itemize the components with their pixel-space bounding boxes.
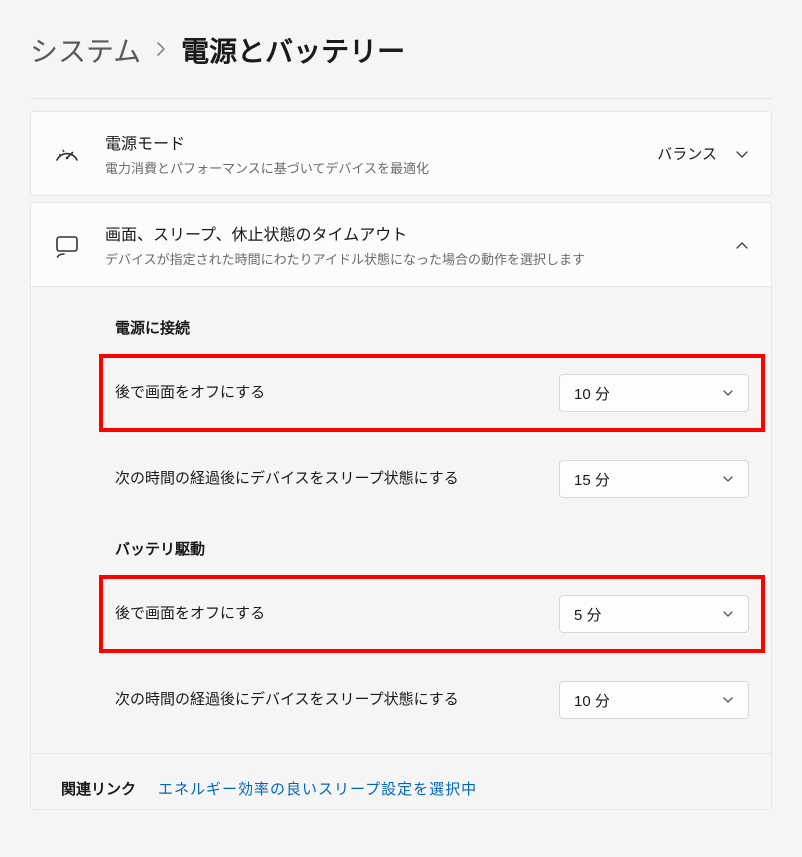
highlight-plugged-screen-off: 後で画面をオフにする 10 分 xyxy=(99,354,765,432)
timeouts-body: 電源に接続 後で画面をオフにする 10 分 次の時間の経過後にデバイスをスリープ… xyxy=(31,286,771,809)
power-mode-desc: 電力消費とパフォーマンスに基づいてデバイスを最適化 xyxy=(105,158,657,177)
chevron-down-icon xyxy=(722,473,734,485)
plugged-in-heading: 電源に接続 xyxy=(31,293,771,354)
timeouts-title: 画面、スリープ、休止状態のタイムアウト xyxy=(105,221,735,245)
timeouts-header[interactable]: 画面、スリープ、休止状態のタイムアウト デバイスが指定された時間にわたりアイドル… xyxy=(31,203,771,286)
breadcrumb-parent[interactable]: システム xyxy=(30,30,141,70)
plugged-screen-off-value: 10 分 xyxy=(574,383,610,404)
highlight-battery-screen-off: 後で画面をオフにする 5 分 xyxy=(99,575,765,653)
chevron-down-icon xyxy=(735,147,749,161)
battery-sleep-row: 次の時間の経過後にデバイスをスリープ状態にする 10 分 xyxy=(115,665,749,735)
battery-screen-off-value: 5 分 xyxy=(574,604,602,625)
power-mode-title: 電源モード xyxy=(105,130,657,154)
timeouts-card: 画面、スリープ、休止状態のタイムアウト デバイスが指定された時間にわたりアイドル… xyxy=(30,202,772,810)
battery-screen-off-label: 後で画面をオフにする xyxy=(115,603,559,626)
gauge-icon xyxy=(53,140,81,168)
screen-icon xyxy=(53,231,81,259)
breadcrumb: システム 電源とバッテリー xyxy=(0,0,802,98)
plugged-screen-off-label: 後で画面をオフにする xyxy=(115,382,559,405)
related-links-label: 関連リンク xyxy=(61,778,136,799)
related-link-sleep-settings[interactable]: エネルギー効率の良いスリープ設定を選択中 xyxy=(158,778,477,799)
plugged-sleep-value: 15 分 xyxy=(574,469,610,490)
battery-heading: バッテリ駆動 xyxy=(31,514,771,575)
battery-screen-off-row: 後で画面をオフにする 5 分 xyxy=(115,589,749,639)
page-title: 電源とバッテリー xyxy=(181,30,405,70)
chevron-down-icon xyxy=(722,387,734,399)
battery-sleep-label: 次の時間の経過後にデバイスをスリープ状態にする xyxy=(115,689,559,712)
related-links-row: 関連リンク エネルギー効率の良いスリープ設定を選択中 xyxy=(31,753,771,809)
power-mode-card[interactable]: 電源モード 電力消費とパフォーマンスに基づいてデバイスを最適化 バランス xyxy=(30,111,772,196)
plugged-sleep-dropdown[interactable]: 15 分 xyxy=(559,460,749,498)
power-mode-value: バランス xyxy=(657,143,717,164)
battery-screen-off-dropdown[interactable]: 5 分 xyxy=(559,595,749,633)
battery-sleep-dropdown[interactable]: 10 分 xyxy=(559,681,749,719)
plugged-sleep-row: 次の時間の経過後にデバイスをスリープ状態にする 15 分 xyxy=(115,444,749,514)
timeouts-desc: デバイスが指定された時間にわたりアイドル状態になった場合の動作を選択します xyxy=(105,249,735,268)
chevron-down-icon xyxy=(722,694,734,706)
plugged-sleep-label: 次の時間の経過後にデバイスをスリープ状態にする xyxy=(115,468,559,491)
battery-sleep-value: 10 分 xyxy=(574,690,610,711)
chevron-up-icon xyxy=(735,238,749,252)
chevron-right-icon xyxy=(155,37,167,63)
plugged-screen-off-row: 後で画面をオフにする 10 分 xyxy=(115,368,749,418)
plugged-screen-off-dropdown[interactable]: 10 分 xyxy=(559,374,749,412)
chevron-down-icon xyxy=(722,608,734,620)
